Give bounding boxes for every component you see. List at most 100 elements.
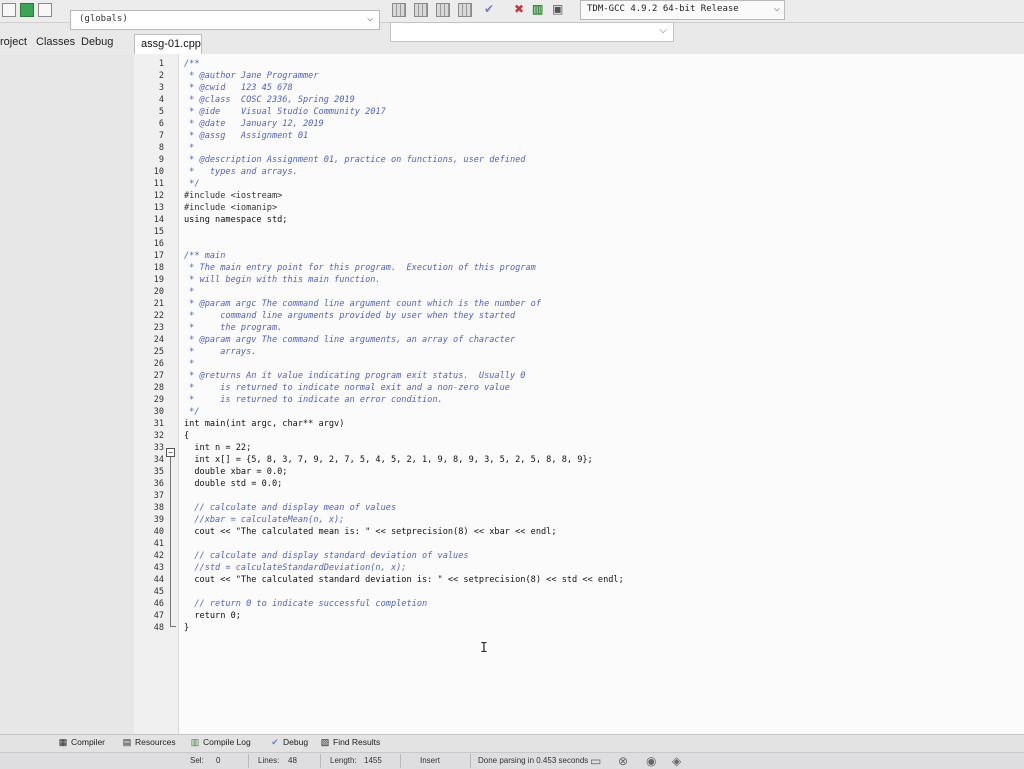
fold-toggle-icon[interactable]: − [166, 448, 175, 457]
line-number: 32 [153, 431, 164, 441]
code-line[interactable]: * @param argv The command line arguments… [184, 334, 1004, 346]
code-line[interactable]: int main(int argc, char** argv) [184, 418, 1004, 430]
tab-compiler-label: Compiler [71, 737, 106, 747]
code-line[interactable]: //xbar = calculateMean(n, x); [184, 514, 1004, 526]
close-circle-icon[interactable]: ⊗ [618, 754, 628, 768]
file-tab[interactable]: assg-01.cpp [134, 34, 202, 54]
tab-debug-bottom[interactable]: ✔ Debug [270, 737, 308, 748]
code-line[interactable]: using namespace std; [184, 214, 1004, 226]
code-line[interactable]: /** main [184, 250, 1004, 262]
line-number: 31 [153, 419, 164, 429]
class-icon[interactable] [38, 3, 52, 17]
line-number: 14 [153, 215, 164, 225]
line-number: 40 [153, 527, 164, 537]
code-line[interactable]: */ [184, 406, 1004, 418]
code-line[interactable]: #include <iostream> [184, 190, 1004, 202]
grid-icon-2[interactable] [414, 3, 428, 17]
code-line[interactable]: * @class COSC 2336, Spring 2019 [184, 94, 1004, 106]
code-line[interactable]: double std = 0.0; [184, 478, 1004, 490]
code-line[interactable]: * @assg Assignment 01 [184, 130, 1004, 142]
code-line[interactable]: } [184, 622, 1004, 634]
globals-select[interactable]: (globals) ⌵ [70, 10, 380, 30]
compiler-select[interactable]: TDM-GCC 4.9.2 64-bit Release ⌵ [580, 0, 785, 20]
code-line[interactable]: // return 0 to indicate successful compl… [184, 598, 1004, 610]
grid-icon[interactable] [392, 3, 406, 17]
tab-compile-log-label: Compile Log [203, 737, 251, 747]
fold-line [170, 457, 171, 627]
code-line[interactable]: * @param argc The command line argument … [184, 298, 1004, 310]
line-number: 46 [153, 599, 164, 609]
check-icon[interactable]: ✔ [484, 2, 494, 16]
code-line[interactable]: * [184, 358, 1004, 370]
close-x-icon[interactable]: ✖ [514, 2, 524, 16]
code-line[interactable]: * is returned to indicate normal exit an… [184, 382, 1004, 394]
status-sel-value: 0 [216, 756, 221, 765]
code-line[interactable]: * @returns An it value indicating progra… [184, 370, 1004, 382]
photo-icon[interactable]: ▣ [552, 2, 563, 16]
code-line[interactable]: * @date January 12, 2019 [184, 118, 1004, 130]
code-line[interactable]: * @ide Visual Studio Community 2017 [184, 106, 1004, 118]
code-line[interactable]: return 0; [184, 610, 1004, 622]
app-icon[interactable]: ◈ [672, 754, 681, 768]
chart-icon[interactable]: ▥ [532, 2, 543, 16]
code-line[interactable] [184, 538, 1004, 550]
code-line[interactable]: * [184, 286, 1004, 298]
code-line[interactable] [184, 238, 1004, 250]
tab-find-results[interactable]: ▧ Find Results [320, 737, 381, 748]
project-icon[interactable] [20, 3, 34, 17]
window-icon[interactable]: ▭ [590, 754, 601, 768]
browser-icon[interactable]: ◉ [646, 754, 656, 768]
status-divider [470, 754, 471, 768]
window-icon[interactable] [2, 3, 16, 17]
line-number: 5 [158, 107, 164, 117]
code-line[interactable]: int n = 22; [184, 442, 1004, 454]
tab-classes[interactable]: Classes [36, 36, 75, 48]
code-line[interactable]: cout << "The calculated standard deviati… [184, 574, 1004, 586]
tab-compiler[interactable]: ▦ Compiler [58, 737, 105, 748]
code-line[interactable]: cout << "The calculated mean is: " << se… [184, 526, 1004, 538]
code-line[interactable]: double xbar = 0.0; [184, 466, 1004, 478]
code-line[interactable]: * @cwid 123 45 678 [184, 82, 1004, 94]
grid-icon-4[interactable] [458, 3, 472, 17]
code-line[interactable]: * arrays. [184, 346, 1004, 358]
status-divider [248, 754, 249, 768]
line-number: 36 [153, 479, 164, 489]
code-line[interactable] [184, 226, 1004, 238]
tab-compile-log[interactable]: ▥ Compile Log [190, 737, 251, 748]
status-sel-label: Sel: [190, 756, 204, 765]
code-line[interactable]: /** [184, 58, 1004, 70]
line-number: 15 [153, 227, 164, 237]
code-line[interactable]: * types and arrays. [184, 166, 1004, 178]
code-line[interactable]: * the program. [184, 322, 1004, 334]
tab-debug[interactable]: Debug [81, 36, 113, 48]
code-line[interactable]: * will begin with this main function. [184, 274, 1004, 286]
compiler-select-value: TDM-GCC 4.9.2 64-bit Release [587, 4, 739, 14]
code-text[interactable]: /** * @author Jane Programmer * @cwid 12… [184, 58, 1004, 634]
check-icon: ✔ [271, 737, 279, 747]
tab-project[interactable]: roject [0, 36, 27, 48]
code-line[interactable]: * The main entry point for this program.… [184, 262, 1004, 274]
code-line[interactable]: //std = calculateStandardDeviation(n, x)… [184, 562, 1004, 574]
code-line[interactable] [184, 490, 1004, 502]
line-number: 2 [158, 71, 164, 81]
chevron-down-icon[interactable]: ⌵ [774, 3, 780, 14]
code-line[interactable]: */ [184, 178, 1004, 190]
code-line[interactable]: * command line arguments provided by use… [184, 310, 1004, 322]
code-line[interactable]: * is returned to indicate an error condi… [184, 394, 1004, 406]
line-number: 33 [153, 443, 164, 453]
line-number: 45 [153, 587, 164, 597]
code-line[interactable]: * [184, 142, 1004, 154]
line-number: 21 [153, 299, 164, 309]
code-line[interactable]: // calculate and display standard deviat… [184, 550, 1004, 562]
code-line[interactable] [184, 586, 1004, 598]
code-line[interactable]: * @description Assignment 01, practice o… [184, 154, 1004, 166]
chevron-down-icon[interactable]: ⌵ [367, 13, 373, 24]
grid-icon-3[interactable] [436, 3, 450, 17]
tab-resources[interactable]: ▤ Resources [122, 737, 176, 748]
code-line[interactable]: int x[] = {5, 8, 3, 7, 9, 2, 7, 5, 4, 5,… [184, 454, 1004, 466]
code-line[interactable]: * @author Jane Programmer [184, 70, 1004, 82]
code-line[interactable]: #include <iomanip> [184, 202, 1004, 214]
code-editor[interactable]: 1 2 3 4 5 6 7 8 9 10 11 12 13 14 15 16 17 18 19 20 21 22 23 24 2… [134, 54, 1024, 734]
code-line[interactable]: { [184, 430, 1004, 442]
code-line[interactable]: // calculate and display mean of values [184, 502, 1004, 514]
